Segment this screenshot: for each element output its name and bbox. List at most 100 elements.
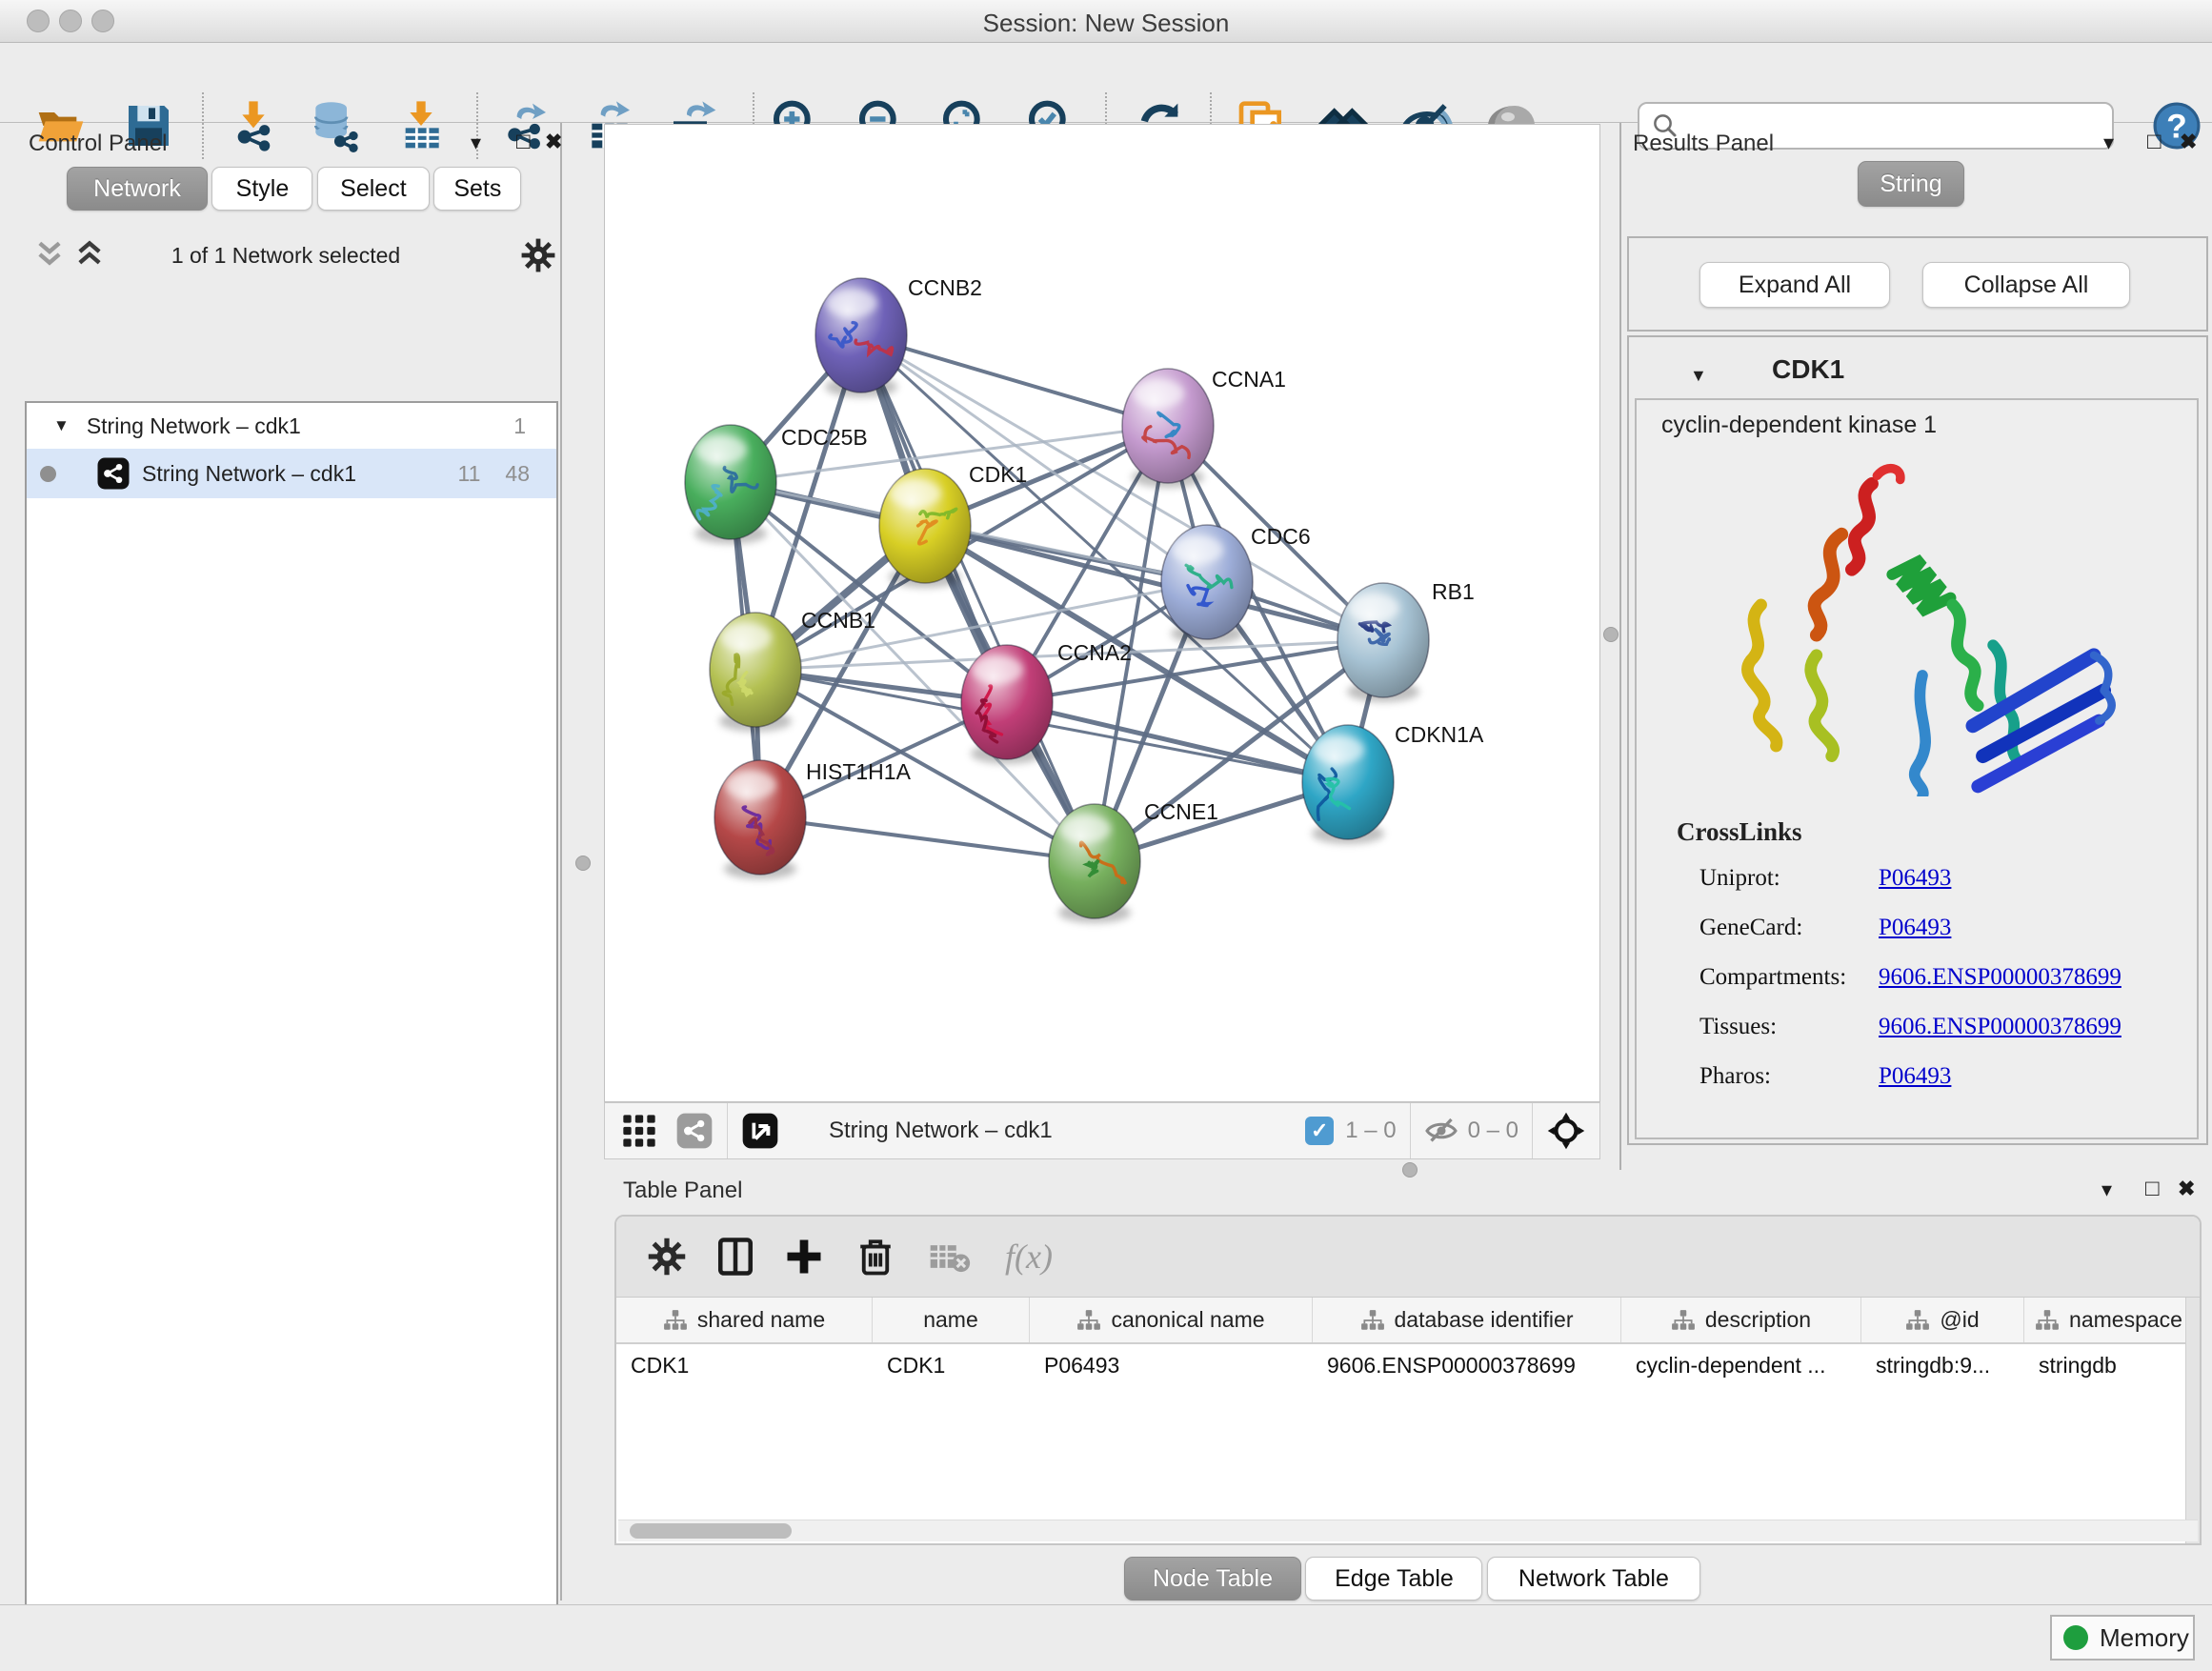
crosslink-row: Tissues: 9606.ENSP00000378699 (1699, 1014, 2176, 1063)
network-node-CDKN1A[interactable] (1302, 725, 1394, 844)
tab-edge-table[interactable]: Edge Table (1305, 1557, 1482, 1601)
network-edge-count: 48 (505, 461, 530, 487)
column-header-canonical-name[interactable]: canonical name (1030, 1298, 1313, 1342)
delete-table-icon[interactable] (929, 1239, 971, 1274)
results-panel-close-icon[interactable]: ✖ (2180, 131, 2197, 152)
crosslink-link[interactable]: P06493 (1879, 865, 1951, 915)
table-cell[interactable]: 9606.ENSP00000378699 (1313, 1344, 1621, 1386)
table-tabs: Node Table Edge Table Network Table (1124, 1557, 1700, 1601)
birdseye-navigator-icon[interactable] (1546, 1111, 1586, 1151)
network-view-title: String Network – cdk1 (829, 1117, 1053, 1144)
crosslink-link[interactable]: P06493 (1879, 1063, 1951, 1113)
crosslink-link[interactable]: 9606.ENSP00000378699 (1879, 1014, 2122, 1063)
network-node-CCNB1[interactable] (710, 613, 801, 732)
table-panel-collapse-icon[interactable]: ▾ (2101, 1179, 2112, 1200)
tree-expander-icon[interactable]: ▼ (53, 416, 70, 435)
vertical-splitter-handle[interactable] (575, 856, 591, 871)
crosslink-label: Compartments: (1699, 964, 1879, 1014)
tab-network[interactable]: Network (67, 167, 208, 211)
results-panel-collapse-icon[interactable]: ▾ (2103, 132, 2114, 153)
table-cell[interactable]: cyclin-dependent ... (1621, 1344, 1861, 1386)
column-header-namespace[interactable]: namespace (2024, 1298, 2194, 1342)
network-node-count: 11 (458, 461, 481, 487)
gene-details: cyclin-dependent kinase 1 Cro (1635, 398, 2199, 1139)
protein-structure-image (1665, 453, 2180, 796)
add-column-icon[interactable] (784, 1237, 824, 1277)
crosslink-link[interactable]: 9606.ENSP00000378699 (1879, 964, 2122, 1014)
function-builder-icon[interactable]: f(x) (1005, 1237, 1053, 1277)
memory-status-dot-icon (2063, 1625, 2088, 1650)
grid-mode-icon[interactable] (620, 1112, 658, 1150)
column-header-description[interactable]: description (1621, 1298, 1861, 1342)
results-panel-title: Results Panel (1633, 131, 1774, 157)
control-panel-float-icon[interactable]: □ (516, 131, 531, 153)
tab-sets[interactable]: Sets (433, 167, 521, 211)
network-node-HIST1H1A[interactable] (714, 760, 806, 879)
control-panel-close-icon[interactable]: ✖ (545, 131, 562, 152)
network-node-CCNE1[interactable] (1049, 804, 1140, 923)
show-columns-icon[interactable] (715, 1237, 755, 1277)
crosslink-link[interactable]: P06493 (1879, 915, 1951, 964)
column-network-icon (663, 1309, 688, 1332)
crosslink-label: Tissues: (1699, 1014, 1879, 1063)
table-row[interactable]: CDK1CDK1P064939606.ENSP00000378699cyclin… (616, 1344, 2200, 1386)
table-panel-close-icon[interactable]: ✖ (2178, 1178, 2195, 1199)
crosslink-label: Pharos: (1699, 1063, 1879, 1113)
delete-column-trash-icon[interactable] (856, 1237, 895, 1277)
network-edge-HIST1H1A-CCNE1 (760, 817, 1095, 861)
column-network-icon (1076, 1309, 1101, 1332)
collapse-all-button[interactable]: Collapse All (1922, 262, 2130, 308)
memory-label: Memory (2100, 1623, 2189, 1653)
tab-style[interactable]: Style (211, 167, 312, 211)
tab-string[interactable]: String (1858, 161, 1964, 207)
canvas-results-splitter-handle[interactable] (1603, 627, 1619, 642)
network-view-toolbar: String Network – cdk1 ✓ 1 – 0 0 – 0 (604, 1102, 1600, 1159)
crosslink-row: Compartments: 9606.ENSP00000378699 (1699, 964, 2176, 1014)
node-label-HIST1H1A: HIST1H1A (806, 759, 912, 784)
horizontal-scrollbar-thumb[interactable] (630, 1523, 792, 1539)
expand-all-networks-icon[interactable] (72, 239, 107, 270)
column-header-database-identifier[interactable]: database identifier (1313, 1298, 1621, 1342)
network-node-RB1[interactable] (1337, 583, 1429, 702)
node-label-CDC6: CDC6 (1251, 524, 1311, 549)
network-row-selected[interactable]: String Network – cdk1 11 48 (27, 449, 556, 498)
memory-button[interactable]: Memory (2050, 1615, 2195, 1661)
table-cell[interactable]: stringdb (2024, 1344, 2194, 1386)
tab-network-table[interactable]: Network Table (1487, 1557, 1700, 1601)
network-node-CCNB2[interactable] (815, 278, 907, 397)
crosslink-label: GeneCard: (1699, 915, 1879, 964)
column-header-name[interactable]: name (873, 1298, 1030, 1342)
control-panel-collapse-icon[interactable]: ▾ (471, 132, 481, 153)
network-canvas[interactable]: CCNB2CCNA1CDC25BCDK1CDC6RB1CCNB1CCNA2CDK… (604, 124, 1600, 1102)
network-collection-row[interactable]: ▼ String Network – cdk1 1 (27, 403, 556, 449)
expand-collapse-bar: Expand All Collapse All (1627, 236, 2208, 332)
results-panel: Results Panel ▾ □ ✖ String Expand All Co… (1619, 123, 2212, 1170)
network-options-gear-icon[interactable] (520, 237, 556, 273)
table-panel-float-icon[interactable]: □ (2145, 1178, 2160, 1200)
network-node-CDK1[interactable] (879, 469, 971, 588)
table-vertical-scrollbar[interactable] (2185, 1298, 2200, 1543)
column-header-label: name (923, 1307, 978, 1333)
network-node-CDC25B[interactable] (685, 425, 776, 544)
tab-select[interactable]: Select (317, 167, 430, 211)
results-panel-float-icon[interactable]: □ (2147, 131, 2162, 153)
table-cell[interactable]: CDK1 (873, 1344, 1030, 1386)
node-label-CCNB2: CCNB2 (908, 275, 982, 300)
network-node-CCNA1[interactable] (1122, 369, 1214, 488)
expand-all-button[interactable]: Expand All (1699, 262, 1890, 308)
selected-checkbox-icon[interactable]: ✓ (1305, 1117, 1334, 1145)
gene-expander-icon[interactable]: ▼ (1690, 366, 1707, 386)
crosslinks-title: CrossLinks (1677, 817, 1802, 847)
tab-node-table[interactable]: Node Table (1124, 1557, 1301, 1601)
table-cell[interactable]: CDK1 (616, 1344, 873, 1386)
column-header-@id[interactable]: @id (1861, 1298, 2024, 1342)
column-header-shared-name[interactable]: shared name (616, 1298, 873, 1342)
collapse-all-networks-icon[interactable] (32, 239, 67, 270)
current-network-dot-icon (40, 466, 56, 482)
table-options-gear-icon[interactable] (647, 1237, 687, 1277)
network-share-icon[interactable] (675, 1112, 714, 1150)
table-cell[interactable]: stringdb:9... (1861, 1344, 2024, 1386)
table-cell[interactable]: P06493 (1030, 1344, 1313, 1386)
gene-section: ▼ CDK1 cyclin-dependent kinase 1 (1627, 335, 2208, 1145)
detach-view-icon[interactable] (741, 1112, 779, 1150)
